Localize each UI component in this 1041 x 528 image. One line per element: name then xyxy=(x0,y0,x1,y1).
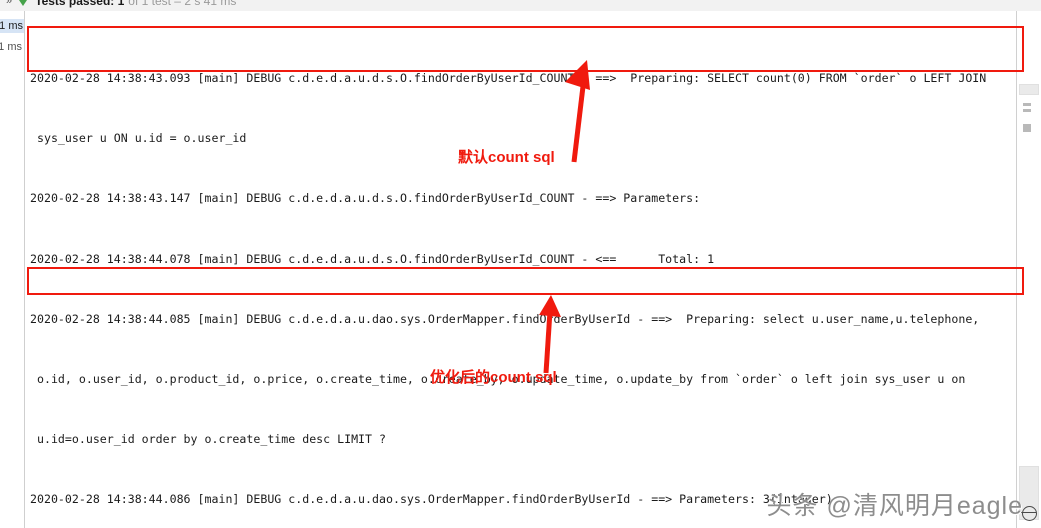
tests-duration-label: of 1 test – 2 s 41 ms xyxy=(128,0,237,8)
tests-passed-label: Tests passed: 1 xyxy=(35,0,125,8)
log-line: 2020-02-28 14:38:44.078 [main] DEBUG c.d… xyxy=(30,251,715,266)
scroll-marker-gutter[interactable] xyxy=(1016,11,1041,528)
console-output-panel[interactable]: 2020-02-28 14:38:43.093 [main] DEBUG c.d… xyxy=(25,11,1016,528)
scrollbar-thumb[interactable] xyxy=(1019,84,1039,95)
scroll-marker[interactable] xyxy=(1023,124,1031,132)
scroll-marker[interactable] xyxy=(1023,103,1031,106)
tests-passed-icon xyxy=(17,0,30,6)
log-line: 2020-02-28 14:38:43.147 [main] DEBUG c.d… xyxy=(30,191,701,206)
arrow-up-optimized-count-sql xyxy=(539,295,561,374)
annotation-default-count-sql: 默认count sql xyxy=(458,149,555,166)
test-tree-duration-2[interactable]: 1 ms xyxy=(0,41,22,53)
annotation-optimized-count-sql: 优化后的count sql xyxy=(430,369,557,386)
log-line: 2020-02-28 14:38:43.093 [main] DEBUG c.d… xyxy=(30,71,987,86)
test-tree-sidebar[interactable]: 1 ms 1 ms xyxy=(0,11,25,528)
scroll-marker[interactable] xyxy=(1023,109,1031,112)
test-tree-duration-1[interactable]: 1 ms xyxy=(0,19,24,33)
log-line: u.id=o.user_id order by o.create_time de… xyxy=(30,431,386,446)
watermark: 头条 @清风明月eagle xyxy=(766,492,1023,520)
no-entry-icon xyxy=(1021,506,1037,521)
expand-chevron-icon[interactable]: » xyxy=(0,0,17,7)
log-text[interactable]: 2020-02-28 14:38:43.093 [main] DEBUG c.d… xyxy=(30,28,1015,528)
